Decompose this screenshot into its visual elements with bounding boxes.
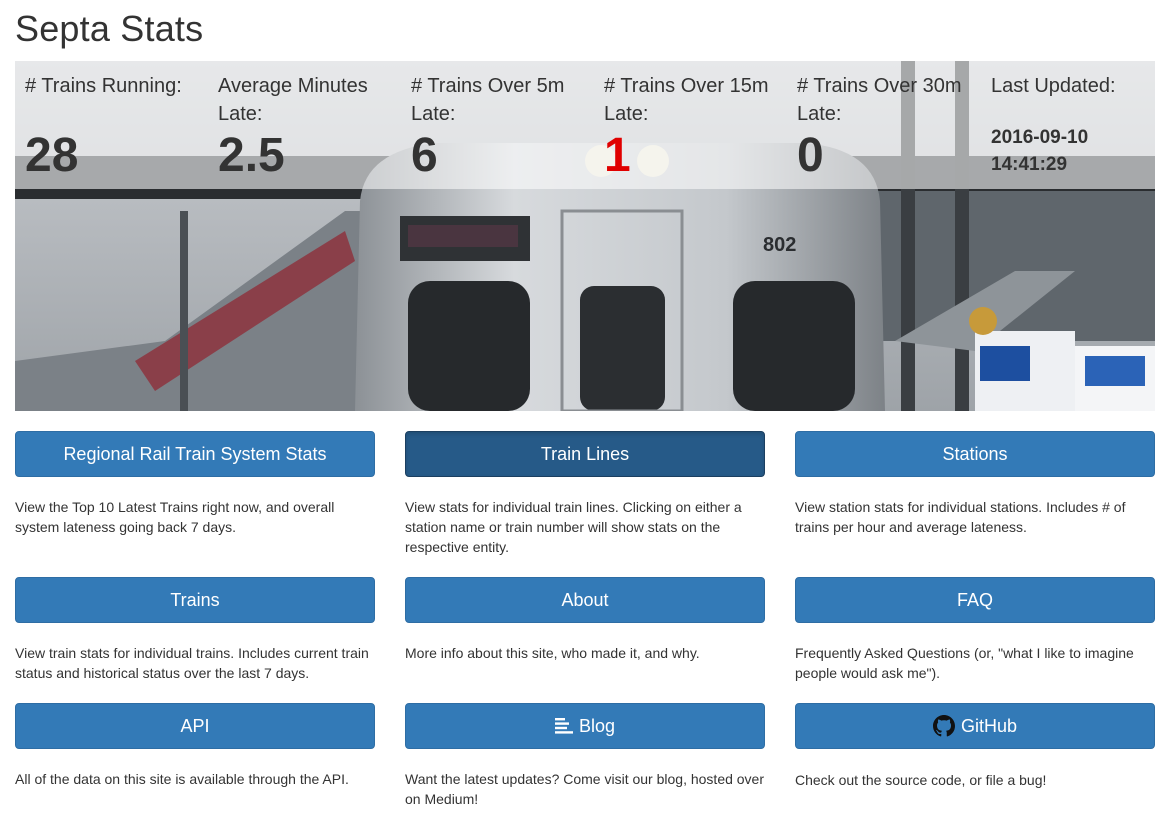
last-updated-timestamp: 2016-09-10 14:41:29 [991, 124, 1155, 178]
stats-overlay: # Trains Running: 28 Average Minutes Lat… [15, 61, 1155, 189]
about-button[interactable]: About [405, 577, 765, 623]
button-label: FAQ [956, 589, 993, 610]
button-label: Stations [942, 443, 1008, 464]
button-label: Regional Rail Train System Stats [63, 443, 327, 464]
stat-label: # Trains Over 30m Late: [797, 75, 962, 125]
blog-list-icon [554, 718, 573, 734]
train-lines-button[interactable]: Train Lines [405, 431, 765, 477]
hero-banner: 802 # Trains Running: 28 Average Minutes… [15, 61, 1155, 411]
stat-label: Last Updated: [991, 75, 1116, 97]
train-lines-description: View stats for individual train lines. C… [405, 499, 742, 555]
last-updated-time: 14:41:29 [991, 154, 1068, 175]
stations-description: View station stats for individual statio… [795, 499, 1126, 535]
button-label: Trains [170, 589, 220, 610]
faq-button[interactable]: FAQ [795, 577, 1155, 623]
stat-label: Average Minutes Late: [218, 75, 368, 125]
button-label: Train Lines [540, 443, 630, 464]
about-description: More info about this site, who made it, … [405, 645, 700, 661]
last-updated-date: 2016-09-10 [991, 127, 1089, 148]
github-description: Check out the source code, or file a bug… [795, 772, 1047, 788]
train-number-text: 802 [763, 234, 796, 256]
page-title: Septa Stats [15, 8, 204, 49]
stat-trains-over-15m: # Trains Over 15m Late: 1 [594, 61, 784, 189]
api-button[interactable]: API [15, 703, 375, 749]
stat-value: 2.5 [218, 129, 285, 182]
stat-trains-over-5m: # Trains Over 5m Late: 6 [401, 61, 591, 189]
button-label: Blog [578, 715, 616, 736]
button-label: GitHub [960, 715, 1018, 736]
stat-trains-over-30m: # Trains Over 30m Late: 0 [787, 61, 977, 189]
stat-label: # Trains Running: [25, 75, 182, 97]
stat-label: # Trains Over 15m Late: [604, 75, 769, 125]
faq-description: Frequently Asked Questions (or, "what I … [795, 645, 1134, 681]
blog-description: Want the latest updates? Come visit our … [405, 771, 765, 807]
api-description: All of the data on this site is availabl… [15, 771, 349, 787]
stat-value: 6 [411, 129, 438, 182]
stat-value: 0 [797, 129, 824, 182]
regional-rail-stats-description: View the Top 10 Latest Trains right now,… [15, 499, 335, 535]
stat-average-minutes-late: Average Minutes Late: 2.5 [208, 61, 398, 189]
button-label: About [561, 589, 609, 610]
stat-value-alert: 1 [604, 129, 631, 182]
trains-description: View train stats for individual trains. … [15, 645, 369, 681]
trains-button[interactable]: Trains [15, 577, 375, 623]
stations-button[interactable]: Stations [795, 431, 1155, 477]
stat-value: 28 [25, 129, 79, 182]
github-icon [932, 715, 955, 737]
blog-button[interactable]: Blog [405, 703, 765, 749]
button-label: API [180, 715, 210, 736]
stat-last-updated: Last Updated: 2016-09-10 14:41:29 [981, 61, 1155, 189]
github-button[interactable]: GitHub [795, 703, 1155, 749]
stat-label: # Trains Over 5m Late: [411, 75, 565, 125]
stat-trains-running: # Trains Running: 28 [15, 61, 205, 189]
regional-rail-stats-button[interactable]: Regional Rail Train System Stats [15, 431, 375, 477]
